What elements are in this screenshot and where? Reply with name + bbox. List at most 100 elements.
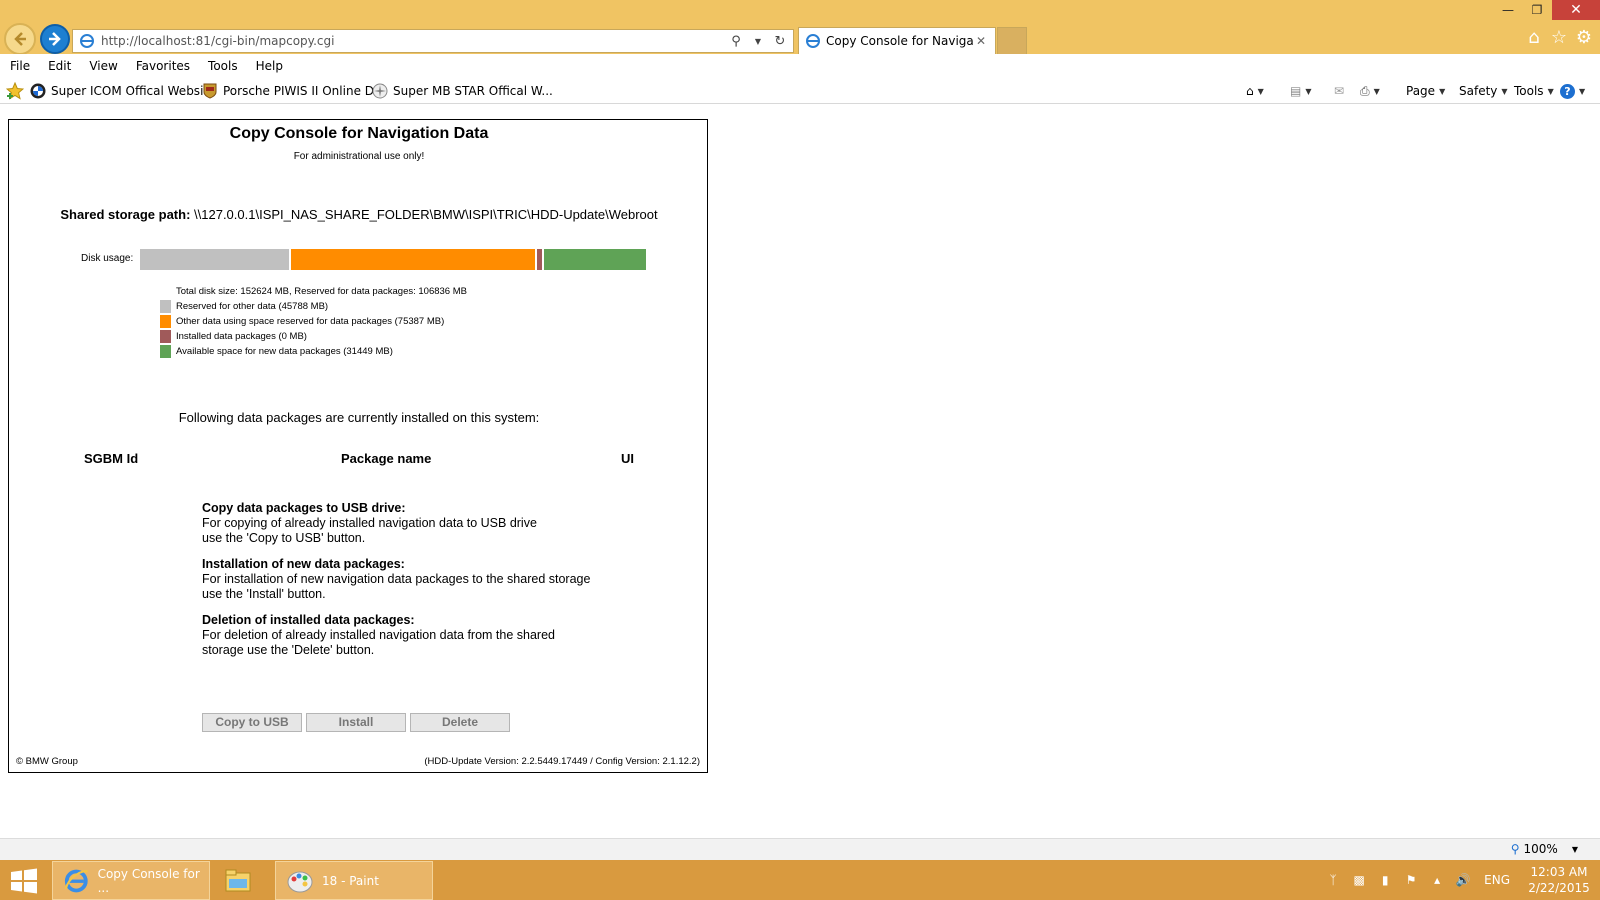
bluetooth-icon[interactable]: ᛉ — [1325, 872, 1341, 888]
copy-to-usb-button[interactable]: Copy to USB — [202, 713, 302, 732]
refresh-icon[interactable]: ↻ — [771, 32, 789, 50]
clock[interactable]: 12:03 AM 2/22/2015 — [1524, 864, 1594, 896]
favorite-link-mbstar[interactable]: Super MB STAR Offical W... — [372, 81, 553, 101]
column-header-ui: UI — [621, 451, 634, 466]
legend-label: Reserved for other data (45788 MB) — [176, 301, 329, 312]
restore-button[interactable]: ❐ — [1522, 0, 1552, 20]
taskbar-item-paint[interactable]: 18 - Paint — [275, 861, 433, 900]
legend-swatch — [160, 315, 171, 328]
taskbar-item-ie[interactable]: Copy Console for ... — [52, 861, 210, 900]
safety-menu[interactable]: Safety ▼ — [1459, 81, 1508, 101]
legend-swatch — [160, 300, 171, 313]
task-label: 18 - Paint — [322, 873, 379, 888]
home-icon[interactable]: ⌂ — [1524, 28, 1544, 48]
menu-help[interactable]: Help — [246, 59, 291, 73]
star-tool-icon — [372, 83, 388, 99]
address-bar[interactable]: http://localhost:81/cgi-bin/mapcopy.cgi … — [72, 29, 794, 53]
info-install: Installation of new data packages: For i… — [202, 557, 590, 602]
search-icon[interactable]: ⚲ — [727, 32, 745, 50]
legend-swatch — [160, 330, 171, 343]
favorites-star-icon[interactable]: ☆ — [1549, 28, 1569, 48]
legend-label: Installed data packages (0 MB) — [176, 331, 307, 342]
install-button[interactable]: Install — [306, 713, 406, 732]
read-mail-command[interactable]: ✉ — [1334, 81, 1344, 101]
back-button[interactable] — [4, 23, 36, 55]
tab-label: Copy Console for Navigatio... — [826, 34, 973, 48]
favorite-label[interactable]: Super ICOM Offical Websi... — [51, 84, 215, 98]
disk-segment-installed — [537, 249, 542, 270]
close-window-button[interactable]: ✕ — [1552, 0, 1600, 20]
tab-copy-console[interactable]: Copy Console for Navigatio... ✕ — [798, 27, 996, 54]
menu-view[interactable]: View — [79, 59, 125, 73]
tools-menu[interactable]: Tools ▼ — [1514, 81, 1554, 101]
legend-row-other-data: Other data using space reserved for data… — [160, 314, 467, 329]
safety-menu-label: Safety — [1459, 84, 1498, 98]
storage-path-label: Shared storage path: — [60, 207, 191, 222]
disk-usage-legend: Total disk size: 152624 MB, Reserved for… — [160, 284, 467, 359]
favorite-link-piwis[interactable]: Porsche PIWIS II Online D... — [202, 81, 385, 101]
url-text[interactable]: http://localhost:81/cgi-bin/mapcopy.cgi — [101, 34, 727, 48]
disk-segment-available — [544, 249, 646, 270]
legend-label: Other data using space reserved for data… — [176, 316, 445, 327]
favorite-link-icom[interactable]: Super ICOM Offical Websi... — [30, 81, 215, 101]
volume-icon[interactable]: 🔊 — [1455, 872, 1471, 888]
menu-tools[interactable]: Tools — [198, 59, 246, 73]
feeds-command[interactable]: ▤ ▼ — [1290, 81, 1312, 101]
storage-path-value: \\127.0.0.1\ISPI_NAS_SHARE_FOLDER\BMW\IS… — [194, 207, 658, 222]
legend-label: Available space for new data packages (3… — [176, 346, 393, 357]
task-label: Copy Console for ... — [97, 866, 200, 895]
info-delete: Deletion of installed data packages: For… — [202, 613, 590, 658]
disk-segment-reserved-other — [140, 249, 289, 270]
forward-button[interactable] — [40, 24, 70, 54]
windows-start-icon[interactable] — [10, 868, 38, 894]
delete-button[interactable]: Delete — [410, 713, 510, 732]
new-tab-button[interactable] — [997, 27, 1027, 54]
zoom-magnifier-icon: ⚲ — [1510, 842, 1520, 856]
internet-explorer-icon — [64, 869, 88, 892]
display-icon[interactable]: ▩ — [1351, 872, 1367, 888]
legend-row-reserved-other: Reserved for other data (45788 MB) — [160, 299, 467, 314]
installed-packages-heading: Following data packages are currently in… — [178, 410, 540, 425]
page-subtitle: For administrational use only! — [293, 151, 425, 162]
mail-icon: ✉ — [1334, 84, 1345, 98]
info-title: Deletion of installed data packages: — [202, 613, 415, 627]
power-icon[interactable]: ▮ — [1377, 872, 1393, 888]
info-copy-usb: Copy data packages to USB drive: For cop… — [202, 501, 590, 546]
column-header-package-name: Package name — [341, 451, 432, 466]
dropdown-icon[interactable]: ▼ — [749, 32, 767, 50]
info-line: For installation of new navigation data … — [202, 572, 591, 586]
taskbar-item-explorer[interactable] — [214, 861, 270, 900]
help-menu[interactable]: ? ▼ — [1560, 81, 1585, 101]
settings-gear-icon[interactable]: ⚙ — [1574, 28, 1594, 48]
favorite-label[interactable]: Porsche PIWIS II Online D... — [223, 84, 385, 98]
print-command[interactable]: ⎙ ▼ — [1360, 81, 1380, 101]
add-favorites-icon[interactable] — [6, 81, 24, 101]
minimize-button[interactable]: — — [1493, 0, 1523, 20]
menu-favorites[interactable]: Favorites — [126, 59, 198, 73]
column-header-sgbm-id: SGBM Id — [84, 451, 139, 466]
legend-row-installed: Installed data packages (0 MB) — [160, 329, 467, 344]
network-signal-icon[interactable]: ▴ — [1429, 872, 1445, 888]
total-disk-text: Total disk size: 152624 MB, Reserved for… — [176, 286, 467, 297]
menu-file[interactable]: File — [0, 59, 38, 73]
input-language[interactable]: ENG — [1484, 873, 1510, 887]
disk-segment-other-data — [291, 249, 535, 270]
home-command[interactable]: ⌂ ▼ — [1246, 81, 1264, 101]
menu-edit[interactable]: Edit — [38, 59, 79, 73]
info-line: use the 'Install' button. — [202, 587, 326, 601]
info-line: use the 'Copy to USB' button. — [202, 531, 366, 545]
zoom-control[interactable]: ⚲ 100% ▼ — [1511, 842, 1578, 856]
windows-taskbar: Copy Console for ... 18 - Paint ᛉ ▩ ▮ ⚑ … — [0, 860, 1600, 900]
tab-close-icon[interactable]: ✕ — [973, 34, 989, 48]
home-icon: ⌂ — [1246, 84, 1254, 98]
copy-console-panel: Copy Console for Navigation Data For adm… — [8, 119, 708, 773]
porsche-crest-icon — [203, 83, 217, 99]
version-info: (HDD-Update Version: 2.2.5449.17449 / Co… — [424, 756, 700, 767]
help-icon: ? — [1560, 83, 1575, 99]
favorite-label[interactable]: Super MB STAR Offical W... — [393, 84, 553, 98]
flag-icon[interactable]: ⚑ — [1403, 872, 1419, 888]
forward-arrow-icon — [49, 32, 61, 46]
page-menu[interactable]: Page ▼ — [1406, 81, 1445, 101]
back-arrow-icon — [14, 32, 26, 46]
legend-row-available: Available space for new data packages (3… — [160, 344, 467, 359]
